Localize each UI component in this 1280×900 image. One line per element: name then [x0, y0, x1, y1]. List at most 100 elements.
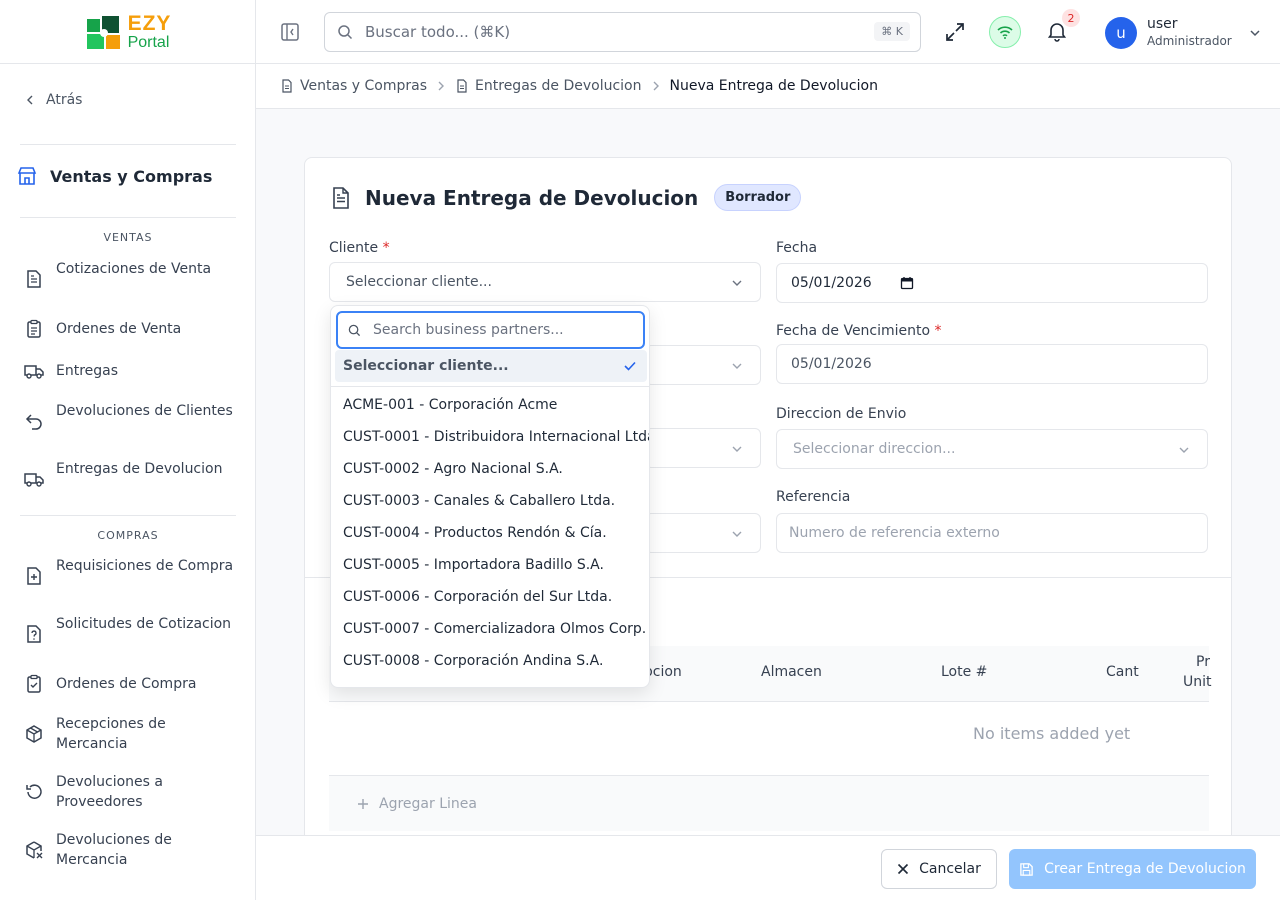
calendar-icon — [900, 277, 913, 290]
file-plus-icon — [27, 567, 41, 585]
truck-icon — [24, 365, 44, 379]
chevron-down-icon — [732, 531, 742, 537]
sidebar-item-requisiciones-compra[interactable]: Requisiciones de Compra — [24, 556, 234, 586]
breadcrumb-item-ventas-compras[interactable]: Ventas y Compras — [280, 78, 427, 94]
envio-select[interactable]: Seleccionar direccion... — [776, 429, 1208, 469]
file-text-icon — [333, 186, 349, 209]
file-icon — [457, 79, 467, 93]
dropdown-option[interactable]: CUST-0003 - Canales & Caballero Ltda. — [343, 493, 615, 509]
file-question-icon — [27, 625, 41, 643]
panel-left-icon — [281, 23, 299, 41]
customer-search-input[interactable]: Search business partners... — [336, 311, 645, 349]
column-header-cant: Cant — [1106, 664, 1139, 680]
search-placeholder: Buscar todo... (⌘K) — [365, 23, 511, 41]
dropdown-option[interactable]: CUST-0008 - Corporación Andina S.A. — [343, 653, 603, 669]
sidebar-toggle-button[interactable] — [280, 22, 300, 42]
back-link[interactable]: Atrás — [24, 92, 82, 108]
cancel-button[interactable]: Cancelar — [881, 849, 997, 889]
logo[interactable]: EZY Portal — [0, 0, 255, 64]
sidebar-item-entregas[interactable]: Entregas — [24, 361, 234, 381]
fullscreen-button[interactable] — [944, 21, 966, 43]
user-menu[interactable]: u user Administrador — [1105, 16, 1262, 50]
avatar: u — [1105, 17, 1137, 49]
dropdown-option[interactable]: CUST-0001 - Distribuidora Internacional … — [343, 429, 649, 445]
clipboard-check-icon — [27, 674, 41, 693]
sidebar-item-recepciones-mercancia[interactable]: Recepciones de Mercancia — [24, 714, 234, 754]
search-shortcut-hint: ⌘ K — [874, 22, 910, 41]
column-header-precio: Pr — [1196, 654, 1210, 670]
customer-dropdown: Search business partners... Seleccionar … — [330, 305, 650, 688]
wifi-icon — [997, 26, 1013, 39]
dropdown-option[interactable]: CUST-0002 - Agro Nacional S.A. — [343, 461, 563, 477]
search-icon — [348, 324, 361, 336]
sidebar-item-devoluciones-proveedores[interactable]: Devoluciones a Proveedores — [24, 772, 234, 812]
status-badge: Borrador — [714, 184, 802, 211]
hidden-select-3[interactable] — [645, 428, 761, 468]
fecha-label: Fecha — [776, 240, 818, 256]
dropdown-option[interactable]: CUST-0005 - Importadora Badillo S.A. — [343, 557, 604, 573]
add-line-button[interactable]: Agregar Linea — [329, 775, 1209, 831]
file-text-icon — [27, 270, 41, 288]
sidebar-item-ordenes-venta[interactable]: Ordenes de Venta — [24, 319, 234, 339]
chevron-down-icon — [732, 280, 742, 286]
chevron-down-icon — [732, 363, 742, 369]
form-header: Nueva Entrega de Devolucion Borrador — [329, 184, 802, 211]
envio-label: Direccion de Envio — [776, 406, 907, 422]
dropdown-option-selected[interactable]: Seleccionar cliente... — [335, 350, 647, 382]
truck-icon — [24, 473, 44, 487]
column-header-almacen: Almacen — [761, 664, 822, 680]
chevron-down-icon — [1179, 447, 1189, 453]
divider — [331, 386, 649, 387]
form-footer: Cancelar Crear Entrega de Devolucion — [256, 835, 1280, 900]
package-icon — [26, 725, 42, 743]
cliente-label: Cliente * — [329, 240, 390, 256]
close-icon — [898, 863, 909, 875]
breadcrumb: Ventas y Compras Entregas de Devolucion … — [256, 64, 1280, 109]
column-header-unit: Unit — [1183, 674, 1212, 690]
dropdown-option[interactable]: ACME-001 - Corporación Acme — [343, 397, 557, 413]
dropdown-option[interactable]: CUST-0006 - Corporación del Sur Ltda. — [343, 589, 612, 605]
undo-icon — [25, 414, 42, 430]
notification-count-badge: 2 — [1062, 9, 1080, 27]
create-return-delivery-button[interactable]: Crear Entrega de Devolucion — [1009, 849, 1256, 889]
search-icon — [338, 25, 353, 40]
sidebar-item-solicitudes-cotizacion[interactable]: Solicitudes de Cotizacion — [24, 614, 234, 644]
cliente-select[interactable]: Seleccionar cliente... — [329, 262, 761, 302]
sidebar: EZY Portal Atrás Ventas y Compras VENTAS… — [0, 0, 256, 900]
page-title: Nueva Entrega de Devolucion — [365, 185, 699, 210]
logo-text-secondary: Portal — [127, 33, 170, 51]
sidebar-item-cotizaciones-venta[interactable]: Cotizaciones de Venta — [24, 259, 234, 289]
file-icon — [282, 79, 292, 93]
sidebar-item-devoluciones-mercancia[interactable]: Devoluciones de Mercancia — [24, 830, 234, 870]
fecha-input[interactable]: 05/01/2026 — [776, 263, 1208, 303]
referencia-input[interactable]: Numero de referencia externo — [776, 513, 1208, 553]
dropdown-option[interactable]: CUST-0004 - Productos Rendón & Cía. — [343, 525, 607, 541]
hidden-select-4[interactable] — [645, 513, 761, 553]
sidebar-item-entregas-devolucion[interactable]: Entregas de Devolucion — [24, 459, 234, 489]
vencimiento-input[interactable]: 05/01/2026 — [776, 344, 1208, 384]
check-icon — [624, 361, 636, 371]
chevron-left-icon — [27, 95, 33, 105]
rotate-ccw-icon — [26, 784, 42, 799]
breadcrumb-item-entregas-devolucion[interactable]: Entregas de Devolucion — [455, 78, 642, 94]
clipboard-list-icon — [27, 319, 41, 338]
sidebar-item-devoluciones-clientes[interactable]: Devoluciones de Clientes — [24, 401, 234, 431]
chevron-right-icon — [435, 80, 447, 92]
logo-text-primary: EZY — [127, 11, 172, 35]
global-search-input[interactable]: Buscar todo... (⌘K) ⌘ K — [324, 12, 921, 52]
save-icon — [1020, 862, 1033, 876]
connection-status-button[interactable] — [989, 16, 1021, 48]
referencia-label: Referencia — [776, 489, 851, 505]
breadcrumb-item-current: Nueva Entrega de Devolucion — [669, 78, 878, 94]
sidebar-item-ordenes-compra[interactable]: Ordenes de Compra — [24, 674, 234, 694]
customer-search-placeholder: Search business partners... — [373, 322, 564, 338]
dropdown-option[interactable]: CUST-0007 - Comercializadora Olmos Corp. — [343, 621, 646, 637]
section-label-compras: COMPRAS — [97, 529, 159, 542]
section-label-ventas: VENTAS — [103, 231, 153, 244]
divider — [20, 217, 236, 218]
back-label: Atrás — [46, 92, 83, 108]
empty-lines-message: No items added yet — [973, 724, 1131, 743]
chevron-down-icon — [732, 446, 742, 452]
hidden-select-2[interactable] — [645, 345, 761, 385]
module-title: Ventas y Compras — [16, 165, 212, 187]
